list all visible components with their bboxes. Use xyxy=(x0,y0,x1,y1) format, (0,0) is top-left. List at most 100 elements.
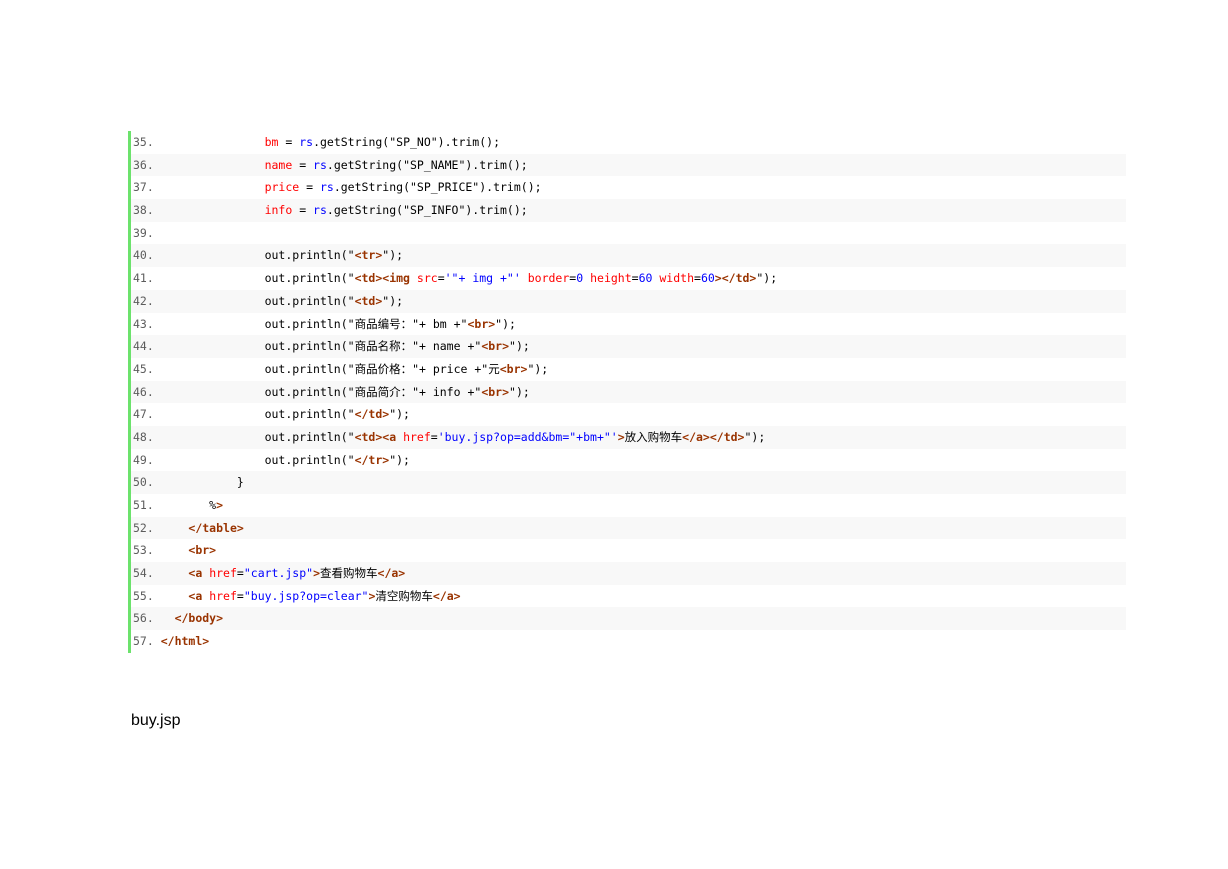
code-line: 50. } xyxy=(131,471,1126,494)
line-number: 43. xyxy=(133,316,154,331)
code-token: </a> xyxy=(377,566,406,581)
line-number: 39. xyxy=(133,225,154,240)
code-token: .getString("SP_NAME").trim(); xyxy=(326,157,528,172)
code-token: = xyxy=(430,429,438,444)
code-token: border xyxy=(527,271,570,286)
code-token: .getString("SP_INFO").trim(); xyxy=(326,203,528,218)
line-number: 55. xyxy=(133,588,154,603)
code-token: "); xyxy=(527,361,549,376)
code-token: out.println(" xyxy=(264,429,355,444)
code-token: "); xyxy=(495,316,516,331)
code-line: 39. xyxy=(131,222,1126,245)
code-token: bm xyxy=(264,135,279,149)
line-number: 42. xyxy=(133,293,154,308)
line-number: 35. xyxy=(133,135,154,149)
code-token: </html> xyxy=(160,634,210,649)
code-token: "buy.jsp?op=clear" xyxy=(243,588,369,603)
line-number: 36. xyxy=(133,157,154,172)
code-token: } xyxy=(236,475,244,490)
code-token: </td> xyxy=(354,407,390,422)
code-token: out.println("商品简介："+ info +" xyxy=(264,384,482,399)
line-number: 53. xyxy=(133,543,154,558)
code-token: "); xyxy=(389,407,410,422)
code-token: height xyxy=(590,271,632,286)
line-number: 52. xyxy=(133,520,154,535)
code-token: <br> xyxy=(481,384,510,399)
code-token: "); xyxy=(509,339,530,354)
code-token: > xyxy=(216,498,224,512)
code-token: "); xyxy=(382,293,404,308)
code-token: 'buy.jsp?op=add&bm="+bm+"' xyxy=(437,429,618,444)
code-line: 35. bm = rs.getString("SP_NO").trim(); xyxy=(131,131,1126,154)
code-line: 51. %> xyxy=(131,494,1126,517)
code-token: <br> xyxy=(467,316,496,331)
line-number: 50. xyxy=(133,475,154,490)
code-token: = xyxy=(292,157,314,172)
code-token: = xyxy=(236,588,244,603)
code-token: <br> xyxy=(481,339,510,354)
code-token: 放入购物车 xyxy=(624,429,683,444)
code-token: </tr> xyxy=(354,452,390,467)
code-token: .getString("SP_NO").trim(); xyxy=(313,135,500,149)
line-number: 49. xyxy=(133,452,154,467)
code-token: 60 xyxy=(700,271,715,286)
code-token: out.println(" xyxy=(264,271,355,286)
code-token: out.println(" xyxy=(264,452,355,467)
code-token: rs xyxy=(313,157,327,172)
code-token: ></td> xyxy=(714,271,757,286)
line-number: 41. xyxy=(133,271,154,286)
code-line: 57. </html> xyxy=(131,630,1126,653)
line-number: 44. xyxy=(133,339,154,354)
code-token: rs xyxy=(319,180,334,195)
code-token: </body> xyxy=(174,611,224,626)
code-line: 55. <a href="buy.jsp?op=clear">清空购物车</a> xyxy=(131,585,1126,608)
code-token: "cart.jsp" xyxy=(243,566,314,581)
code-token: href xyxy=(209,566,237,581)
code-line: 56. </body> xyxy=(131,607,1126,631)
code-token: "); xyxy=(389,452,410,467)
line-number: 54. xyxy=(133,566,154,581)
code-token: = xyxy=(278,135,300,149)
code-token: .getString("SP_PRICE").trim(); xyxy=(333,180,542,195)
code-line: 46. out.println("商品简介："+ info +"<br>"); xyxy=(131,380,1126,404)
code-token: </table> xyxy=(188,520,244,535)
code-token: 清空购物车 xyxy=(375,588,433,603)
code-token: "); xyxy=(756,271,778,286)
code-line: 54. <a href="cart.jsp">查看购物车</a> xyxy=(131,562,1126,585)
code-token: '"+ img +"' xyxy=(444,271,521,286)
code-line: 48. out.println("<td><a href='buy.jsp?op… xyxy=(131,425,1126,449)
code-token: <a xyxy=(188,566,203,581)
code-token: = xyxy=(437,271,445,286)
code-token: info xyxy=(264,203,293,218)
code-token: <br> xyxy=(499,361,528,376)
code-token: <td> xyxy=(354,293,383,308)
code-line: 36. name = rs.getString("SP_NAME").trim(… xyxy=(131,153,1126,177)
code-line: 42. out.println("<td>"); xyxy=(131,289,1126,313)
line-number: 37. xyxy=(133,180,154,195)
code-line: 44. out.println("商品名称："+ name +"<br>"); xyxy=(131,335,1126,358)
code-token: <td><img xyxy=(354,271,410,286)
code-token: = xyxy=(299,180,320,195)
line-number: 46. xyxy=(133,384,154,399)
line-number: 56. xyxy=(133,611,154,626)
code-token: out.println("商品编号："+ bm +" xyxy=(264,316,468,331)
code-token: </a></td> xyxy=(682,429,745,444)
code-token: <tr> xyxy=(354,248,383,263)
line-number: 51. xyxy=(133,498,154,512)
code-token: = xyxy=(292,203,314,218)
